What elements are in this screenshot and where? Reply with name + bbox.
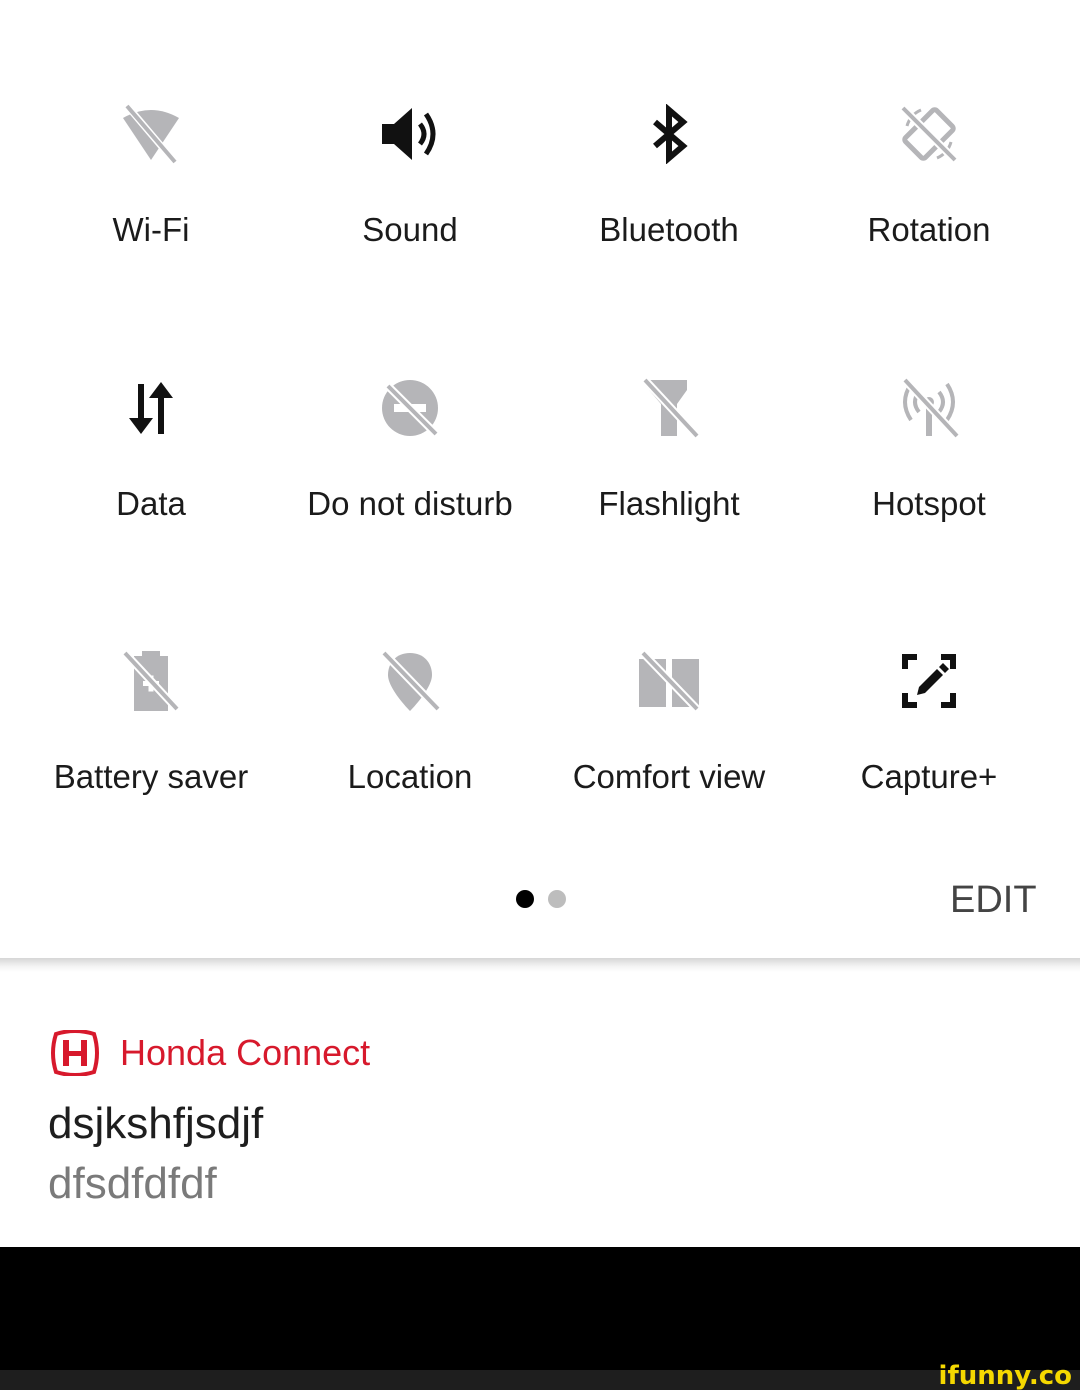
bottom-strip [0,1370,1080,1390]
navigation-bar [0,1247,1080,1370]
tile-label: Sound [362,211,458,248]
panel-divider [0,958,1080,972]
tile-wifi[interactable]: Wi-Fi [16,104,286,304]
rotation-lock-icon [899,104,959,164]
battery-saver-off-icon [121,651,181,711]
page-indicator[interactable] [514,890,574,910]
tile-rotation[interactable]: Rotation [794,104,1064,304]
page-dot-active[interactable] [516,890,534,908]
notification-card[interactable]: Honda Connect dsjkshfjsdjf dfsdfdfdf [0,972,1080,1247]
tile-label: Capture+ [860,758,998,795]
tile-data[interactable]: Data [16,378,286,578]
volume-icon [380,104,440,164]
tile-battery-saver[interactable]: Battery saver [16,651,286,851]
tile-label: Battery saver [53,758,249,795]
tile-do-not-disturb[interactable]: Do not disturb [275,378,545,578]
flashlight-off-icon [639,378,699,438]
tile-hotspot[interactable]: Hotspot [794,378,1064,578]
bluetooth-icon [639,104,699,164]
edit-button[interactable]: EDIT [950,878,1050,922]
tile-label: Data [116,485,186,522]
comfort-view-off-icon [639,651,699,711]
tile-label: Location [347,758,473,795]
notification-text: dfsdfdfdf [48,1159,217,1208]
tile-capture-plus[interactable]: Capture+ [794,651,1064,851]
tile-comfort-view[interactable]: Comfort view [534,651,804,851]
notification-title: dsjkshfjsdjf [48,1099,264,1148]
data-arrows-icon [121,378,181,438]
tile-label: Do not disturb [307,485,513,522]
capture-plus-icon [899,651,959,711]
tile-label: Flashlight [598,485,740,522]
wifi-off-icon [121,104,181,164]
tile-flashlight[interactable]: Flashlight [534,378,804,578]
do-not-disturb-icon [380,378,440,438]
tile-sound[interactable]: Sound [275,104,545,304]
hotspot-off-icon [899,378,959,438]
honda-logo-icon [50,1029,100,1077]
quick-settings-panel: Wi-Fi Sound Bluetooth Rotation Data Do n… [0,0,1080,958]
tile-location[interactable]: Location [275,651,545,851]
tile-bluetooth[interactable]: Bluetooth [534,104,804,304]
location-off-icon [380,651,440,711]
notification-app-name: Honda Connect [120,1032,371,1073]
tile-label: Comfort view [572,758,766,795]
watermark: ifunny.co [938,1361,1072,1391]
tile-label: Rotation [867,211,991,248]
tile-label: Hotspot [872,485,986,522]
tile-label: Wi-Fi [112,211,190,248]
tile-label: Bluetooth [599,211,739,248]
page-dot[interactable] [548,890,566,908]
